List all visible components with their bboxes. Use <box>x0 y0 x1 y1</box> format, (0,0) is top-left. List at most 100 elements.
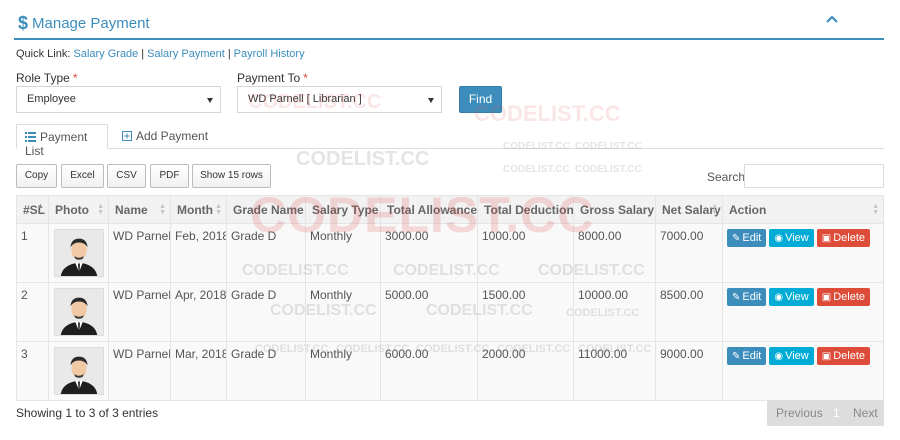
payment-to-select[interactable]: WD Parnell [ Librarian ] <box>237 86 442 113</box>
column-header-net-salary[interactable]: Net Salary ▲ ▼ <box>655 195 723 224</box>
view-button[interactable]: ◉ View <box>769 288 814 306</box>
cell-allowance: 3000.00 <box>380 223 478 283</box>
delete-label: Delete <box>833 232 865 244</box>
payment-to-label-text: Payment To <box>237 71 301 85</box>
watermark: CODELIST.CC <box>296 148 430 170</box>
quick-links: Quick Link: Salary Grade | Salary Payment |… <box>16 48 305 60</box>
excel-button[interactable]: Excel <box>61 164 104 188</box>
column-header-action[interactable]: Action ▲ ▼ <box>722 195 884 224</box>
column-title: Total Allowance <box>387 202 478 217</box>
edit-button[interactable]: ✎ Edit <box>727 347 767 365</box>
cell-sl: 3 <box>16 341 49 401</box>
cell-net: 8500.00 <box>655 282 723 342</box>
delete-label: Delete <box>833 350 865 362</box>
edit-button[interactable]: ✎ Edit <box>727 288 767 306</box>
page-title-text: Manage Payment <box>32 15 150 32</box>
table-header-row: #SL ▲ Photo ▲ ▼ Name ▲ ▼ Month ▲ ▼ Grade Name S… <box>16 195 884 224</box>
chevron-up-icon[interactable] <box>824 12 840 28</box>
search-input[interactable] <box>744 164 884 188</box>
copy-button[interactable]: Copy <box>16 164 57 188</box>
caret-down-icon <box>428 98 434 103</box>
column-header-total-allowance[interactable]: Total Allowance <box>380 195 478 224</box>
sort-icon: ▲ ▼ <box>97 203 104 216</box>
csv-button[interactable]: CSV <box>107 164 146 188</box>
cell-deduction: 2000.00 <box>477 341 574 401</box>
cell-sl: 2 <box>16 282 49 342</box>
find-button[interactable]: Find <box>459 86 502 113</box>
sort-icon: ▲ ▼ <box>872 203 879 216</box>
tab-add-payment[interactable]: Add Payment <box>114 124 216 149</box>
avatar <box>54 229 104 277</box>
delete-button[interactable]: ▣ Delete <box>816 347 870 365</box>
dollar-icon: $ <box>18 13 29 33</box>
edit-button[interactable]: ✎ Edit <box>727 229 767 247</box>
eye-icon: ◉ <box>774 351 784 362</box>
view-label: View <box>785 232 809 244</box>
eye-icon: ◉ <box>774 233 784 244</box>
payment-to-label: Payment To * <box>237 71 308 85</box>
quick-link-salary-payment[interactable]: Salary Payment <box>147 48 225 60</box>
cell-name: WD Parnell <box>108 282 171 342</box>
caret-down-icon <box>207 98 213 103</box>
role-type-label-text: Role Type <box>16 71 70 85</box>
cell-photo <box>48 341 109 401</box>
table-row: 2 WD Parnell Apr, 2018 Grade D Monthly 5… <box>16 282 884 342</box>
delete-button[interactable]: ▣ Delete <box>816 229 870 247</box>
column-header-total-deduction[interactable]: Total Deduction <box>477 195 574 224</box>
table-row: 3 WD Parnell Mar, 2018 Grade D Monthly 6… <box>16 341 884 401</box>
view-label: View <box>785 291 809 303</box>
search-label: Search: <box>707 170 749 184</box>
next-page-button[interactable]: Next <box>853 406 878 420</box>
quick-link-payroll-history[interactable]: Payroll History <box>234 48 305 60</box>
view-label: View <box>785 350 809 362</box>
role-type-select[interactable]: Employee <box>16 86 221 113</box>
tab-payment-list[interactable]: Payment List <box>16 124 108 158</box>
previous-page-button[interactable]: Previous <box>776 406 823 420</box>
payment-table: #SL ▲ Photo ▲ ▼ Name ▲ ▼ Month ▲ ▼ Grade Name S… <box>16 195 884 401</box>
column-header-gross-salary[interactable]: Gross Salary <box>573 195 656 224</box>
trash-icon: ▣ <box>821 292 832 303</box>
edit-icon: ✎ <box>732 233 741 244</box>
view-button[interactable]: ◉ View <box>769 229 814 247</box>
cell-gross: 11000.00 <box>573 341 656 401</box>
edit-label: Edit <box>742 291 762 303</box>
watermark: CODELIST.CC <box>503 164 570 175</box>
cell-name: WD Parnell <box>108 223 171 283</box>
column-title: Photo <box>55 202 89 217</box>
edit-label: Edit <box>742 232 762 244</box>
column-header-salary-type[interactable]: Salary Type <box>305 195 381 224</box>
avatar <box>54 347 104 395</box>
column-header-month[interactable]: Month ▲ ▼ <box>170 195 227 224</box>
column-title: Name <box>115 202 148 217</box>
watermark: CODELIST.CC <box>575 164 642 175</box>
delete-button[interactable]: ▣ Delete <box>816 288 870 306</box>
payment-to-value: WD Parnell [ Librarian ] <box>248 93 362 105</box>
cell-photo <box>48 223 109 283</box>
cell-salary-type: Monthly <box>305 223 381 283</box>
cell-photo <box>48 282 109 342</box>
sort-icon: ▲ ▼ <box>711 203 718 216</box>
cell-sl: 1 <box>16 223 49 283</box>
table-row: 1 WD Parnell Feb, 2018 Grade D Monthly 3… <box>16 223 884 283</box>
cell-gross: 10000.00 <box>573 282 656 342</box>
edit-label: Edit <box>742 350 762 362</box>
quick-link-separator: | <box>141 48 145 60</box>
quick-link-salary-grade[interactable]: Salary Grade <box>73 48 138 60</box>
current-page[interactable]: 1 <box>833 406 840 420</box>
cell-allowance: 6000.00 <box>380 341 478 401</box>
cell-month: Apr, 2018 <box>170 282 227 342</box>
role-type-value: Employee <box>27 93 76 105</box>
cell-allowance: 5000.00 <box>380 282 478 342</box>
required-mark: * <box>72 71 78 85</box>
column-header-photo[interactable]: Photo ▲ ▼ <box>48 195 109 224</box>
view-button[interactable]: ◉ View <box>769 347 814 365</box>
pdf-button[interactable]: PDF <box>150 164 189 188</box>
cell-action: ✎ Edit ◉ View ▣ Delete <box>722 223 884 283</box>
show-rows-button[interactable]: Show 15 rows <box>192 164 271 188</box>
plus-square-icon <box>122 131 132 141</box>
cell-name: WD Parnell <box>108 341 171 401</box>
column-header-grade-name[interactable]: Grade Name <box>226 195 306 224</box>
column-header-name[interactable]: Name ▲ ▼ <box>108 195 171 224</box>
cell-salary-type: Monthly <box>305 341 381 401</box>
column-header-sl[interactable]: #SL ▲ <box>16 195 49 224</box>
